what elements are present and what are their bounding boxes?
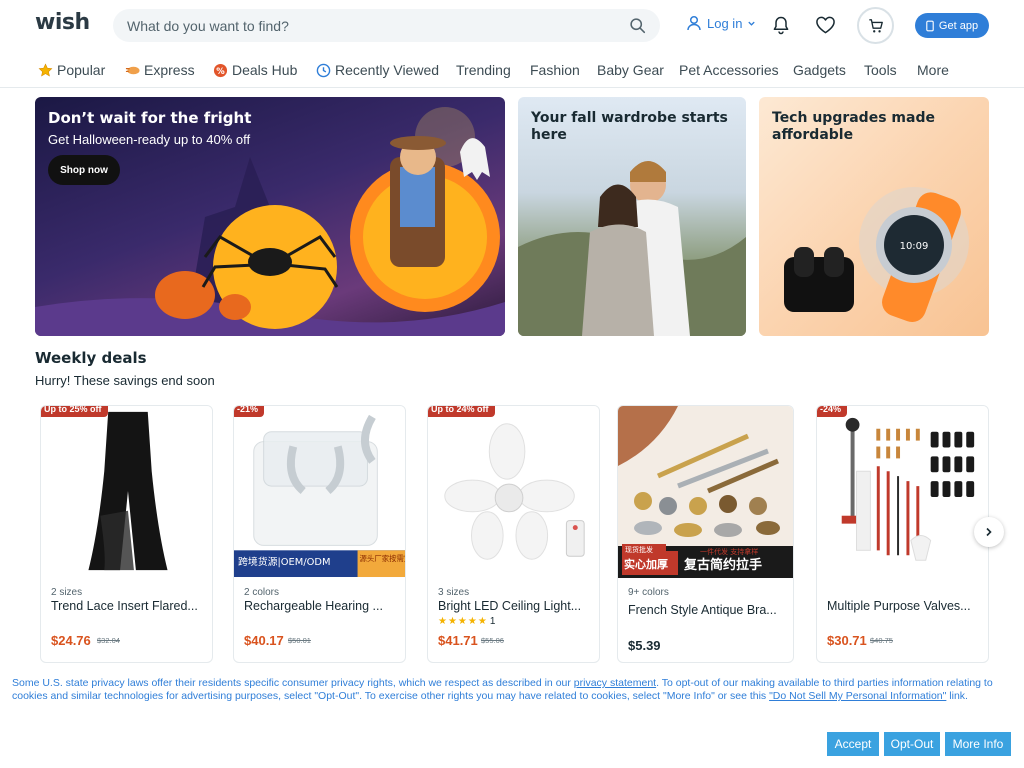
nav-item-recently-viewed[interactable]: Recently Viewed [316,62,439,78]
banner-subtitle: Get Halloween-ready up to 40% off [48,132,251,147]
search-input[interactable] [127,9,607,42]
original-price: $55.06 [481,636,504,645]
original-price: $40.75 [870,636,893,645]
privacy-text: Some U.S. state privacy laws offer their… [12,677,993,702]
weekly-deals-subtitle: Hurry! These savings end soon [35,373,215,388]
cart-button[interactable] [857,7,894,44]
nav-item-trending[interactable]: Trending [456,62,511,78]
bell-icon[interactable] [771,15,791,35]
chevron-down-icon [748,21,756,26]
carousel-next-button[interactable] [974,517,1004,547]
product-image-caption: 源头厂家按需定制 [360,553,405,563]
product-name: French Style Antique Bra... [628,603,777,617]
product-card[interactable]: -24% Multiple Purpose Valves... $30.71 $… [816,405,989,663]
nav-item-baby-gear[interactable]: Baby Gear [597,62,664,78]
product-image: 跨境货源|OEM/ODM 源头厂家按需定制 [234,406,405,578]
product-price: $40.17 [244,633,284,648]
user-icon [687,15,701,31]
discount-badge: Up to 25% off [41,406,108,417]
original-price: $50.01 [288,636,311,645]
nav-item-deals-hub[interactable]: % Deals Hub [213,62,297,78]
deals-icon: % [213,63,228,77]
product-image: 现货批发 一件代发 支持拿样 实心加厚 复古简约拉手 [618,406,793,578]
wish-logo[interactable]: wish [35,10,90,35]
accept-button[interactable]: Accept [827,732,879,756]
product-name: Trend Lace Insert Flared... [51,599,198,613]
header: wish Log in Get app [0,0,1024,52]
svg-text:%: % [216,65,225,75]
nav-item-pet-accessories[interactable]: Pet Accessories [679,62,779,78]
nav-item-gadgets[interactable]: Gadgets [793,62,846,78]
express-icon [125,66,140,74]
product-name: Bright LED Ceiling Light... [438,599,582,613]
nav-item-express[interactable]: Express [125,62,195,78]
original-price: $32.04 [97,636,120,645]
product-image [428,406,599,578]
product-image-caption: 复古简约拉手 [683,557,762,573]
rating-stars: ★★★★★ 1 [438,616,496,627]
cart-icon [868,18,883,32]
variant-label: 2 colors [244,587,280,598]
category-nav: Popular Express % Deals Hub Recently Vie… [0,56,1024,88]
nav-item-popular[interactable]: Popular [38,62,105,78]
product-price: $24.76 [51,633,91,648]
tech-upgrades-banner[interactable]: 10:09 Tech upgrades made affordable [759,97,989,336]
product-card[interactable]: -21% 跨境货源|OEM/ODM 源头厂家按需定制 2 colors Rech… [233,405,406,663]
product-image-caption: 实心加厚 [624,557,668,571]
star-icon [38,62,53,76]
fall-wardrobe-banner[interactable]: Your fall wardrobe starts here [518,97,746,336]
banner-title: Tech upgrades made affordable [772,110,935,143]
nav-item-fashion[interactable]: Fashion [530,62,580,78]
product-image [817,406,988,578]
do-not-sell-link[interactable]: "Do Not Sell My Personal Information" [769,690,946,702]
banner-title: Don’t wait for the fright [48,109,252,127]
halloween-banner[interactable]: Don’t wait for the fright Get Halloween-… [35,97,505,336]
variant-label: 9+ colors [628,587,669,598]
variant-label: 3 sizes [438,587,470,598]
clock-icon [316,63,331,77]
more-info-button[interactable]: More Info [945,732,1011,756]
variant-label: 2 sizes [51,587,83,598]
search-icon[interactable] [629,17,646,34]
heart-icon[interactable] [815,15,836,35]
discount-badge: Up to 24% off [428,406,495,417]
product-image-caption: 跨境货源|OEM/ODM [238,555,331,568]
weekly-deals-title: Weekly deals [35,349,147,367]
product-name: Rechargeable Hearing ... [244,599,383,613]
search-bar[interactable] [113,9,660,42]
product-image [41,406,212,578]
product-price: $5.39 [628,638,661,653]
opt-out-button[interactable]: Opt-Out [884,732,940,756]
product-card[interactable]: 现货批发 一件代发 支持拿样 实心加厚 复古简约拉手 9+ colors Fre… [617,405,794,663]
rating-count: 1 [489,616,496,627]
discount-badge: -24% [817,406,848,417]
product-card[interactable]: Up to 25% off 2 sizes Trend Lace Insert … [40,405,213,663]
svg-text:10:09: 10:09 [900,241,929,252]
nav-item-more[interactable]: More [917,62,949,78]
product-image-caption: 一件代发 支持拿样 [700,547,758,556]
product-name: Multiple Purpose Valves... [827,599,971,613]
nav-item-tools[interactable]: Tools [864,62,897,78]
get-app-label: Get app [938,19,979,32]
shop-now-button[interactable]: Shop now [48,155,120,185]
chevron-right-icon [986,527,992,537]
banner-title: Your fall wardrobe starts here [531,110,728,143]
product-price: $41.71 [438,633,478,648]
product-image-caption: 现货批发 [625,545,653,554]
privacy-statement-link[interactable]: privacy statement [574,677,656,689]
get-app-button[interactable]: Get app [915,13,989,38]
phone-icon [926,20,934,31]
login-button[interactable]: Log in [686,15,756,31]
product-price: $30.71 [827,633,867,648]
discount-badge: -21% [234,406,265,417]
product-card[interactable]: Up to 24% off 3 sizes Bright LED Ceiling… [427,405,600,663]
privacy-notice: Some U.S. state privacy laws offer their… [0,668,1024,768]
login-label: Log in [707,15,743,31]
